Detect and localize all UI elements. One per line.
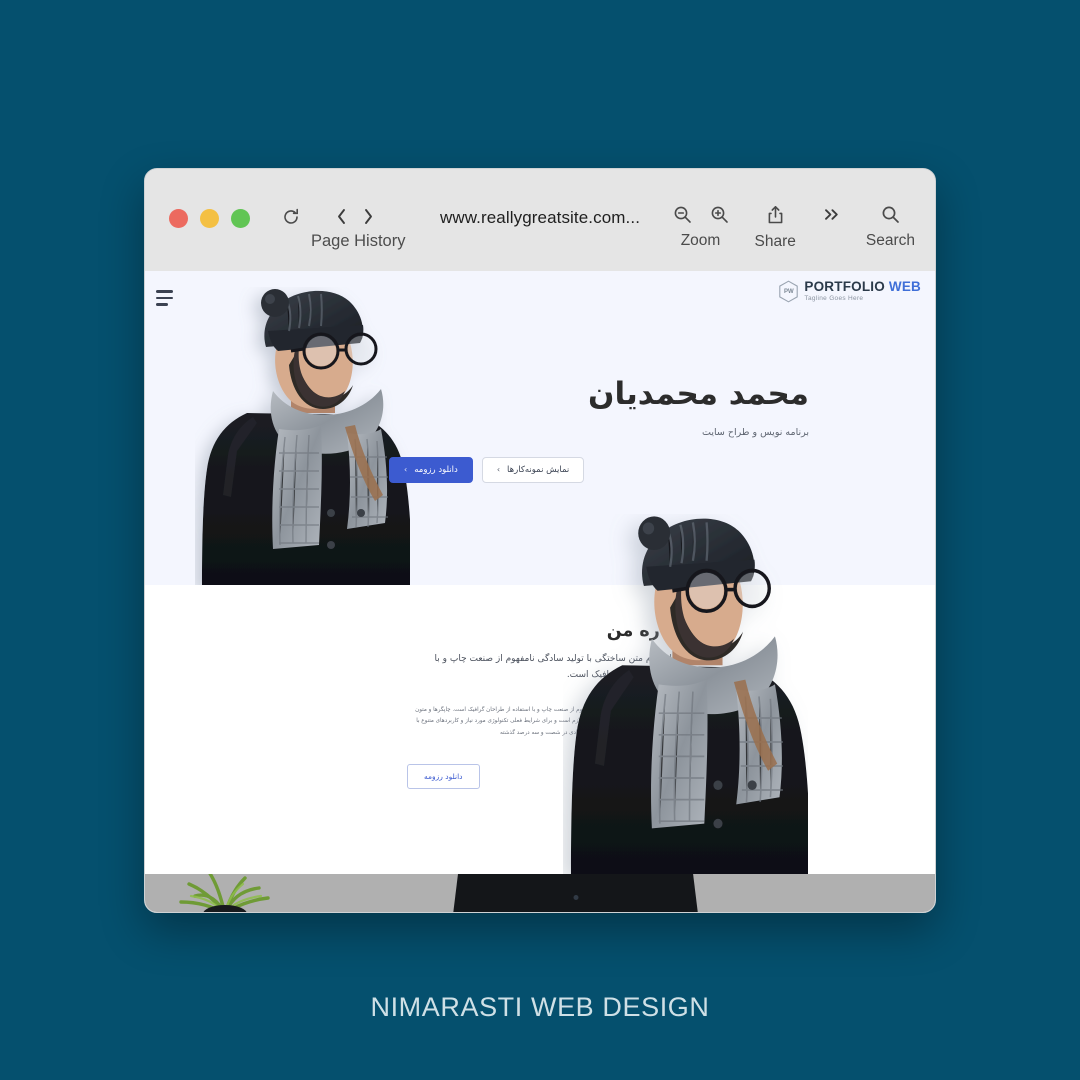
hero-portrait-photo — [195, 287, 410, 587]
logo-badge-text: PW — [784, 288, 794, 295]
chevron-right-icon: › — [404, 465, 408, 475]
hero-section: PW PORTFOLIO WEB Tagline Goes Here محمد … — [145, 271, 935, 587]
browser-toolbar: Zoom Share Search — [673, 205, 922, 251]
laptop-desk-strip — [145, 874, 935, 912]
share-tool-label: Share — [754, 233, 796, 250]
page-caption: NIMARASTI WEB DESIGN — [370, 992, 710, 1022]
potted-plant — [173, 874, 278, 912]
browser-titlebar: Page History www.reallygreatsite.com... … — [145, 169, 935, 271]
share-icon[interactable] — [766, 205, 785, 225]
search-tool[interactable]: Search — [866, 205, 915, 250]
about-section: درباره من لورم ایپسوم متن ساختگی با تولی… — [145, 585, 935, 912]
zoom-in-icon[interactable] — [710, 205, 729, 224]
logo-tagline: Tagline Goes Here — [804, 295, 864, 303]
show-portfolio-button-label: نمایش نمونه‌کارها — [507, 464, 570, 475]
laptop-notch — [573, 894, 579, 900]
share-tool[interactable]: Share — [755, 205, 796, 251]
page-history-label: Page History — [311, 232, 406, 250]
hero-name: محمد محمدیان — [588, 376, 809, 412]
about-portrait-photo — [563, 514, 808, 874]
website-viewport: PW PORTFOLIO WEB Tagline Goes Here محمد … — [145, 271, 935, 912]
hamburger-menu-icon[interactable] — [156, 290, 178, 310]
logo-text: PORTFOLIO WEB Tagline Goes Here — [804, 280, 921, 303]
logo-title-part2: WEB — [888, 279, 921, 295]
show-portfolio-button[interactable]: نمایش نمونه‌کارها › — [481, 456, 585, 483]
logo-title-part1: PORTFOLIO — [804, 279, 885, 295]
download-resume-hero-label: دانلود رزومه — [414, 464, 458, 475]
zoom-tool-label: Zoom — [680, 232, 721, 249]
hero-buttons: نمایش نمونه‌کارها › دانلود رزومه › — [389, 456, 809, 483]
double-chevron-right-icon[interactable] — [822, 205, 842, 224]
logo-hex-badge: PW — [778, 280, 799, 303]
zoom-tool[interactable]: Zoom — [673, 205, 729, 250]
site-logo[interactable]: PW PORTFOLIO WEB Tagline Goes Here — [778, 280, 921, 303]
hero-copy: محمد محمدیان برنامه نویس و طراح سایت نما… — [389, 375, 809, 483]
chevron-right-icon: › — [496, 465, 501, 475]
zoom-out-icon[interactable] — [673, 205, 692, 224]
search-icon[interactable] — [881, 205, 900, 224]
download-resume-hero-button[interactable]: دانلود رزومه › — [389, 456, 473, 483]
laptop-screen-bottom — [453, 874, 698, 912]
browser-window: Page History www.reallygreatsite.com... … — [144, 168, 936, 913]
hero-subtitle: برنامه نویس و طراح سایت — [702, 426, 809, 438]
search-tool-label: Search — [865, 232, 915, 249]
download-resume-about-button[interactable]: دانلود رزومه — [407, 763, 480, 789]
more-tools-button[interactable] — [822, 205, 842, 224]
